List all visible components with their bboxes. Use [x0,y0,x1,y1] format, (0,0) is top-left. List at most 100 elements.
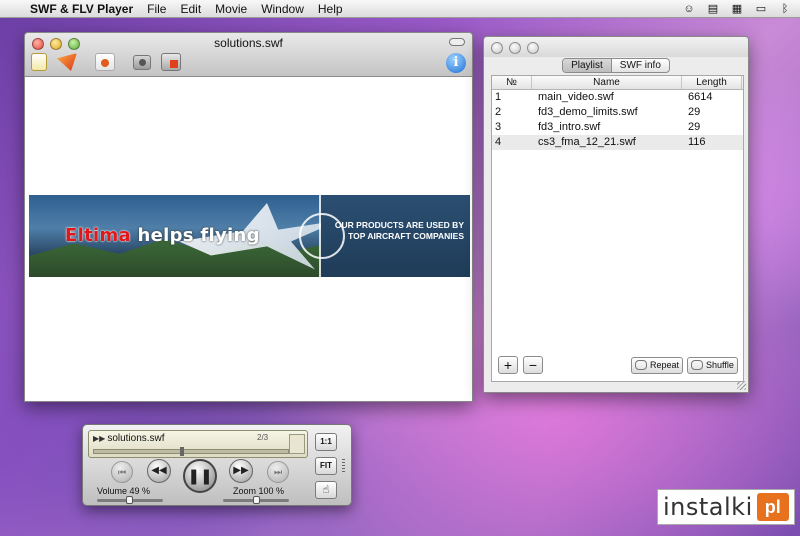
hand-icon: ☝ [322,484,330,496]
pen-tool-icon[interactable] [57,53,77,71]
rewind-button[interactable]: ◀◀ [147,459,171,483]
banner-divider [319,195,321,277]
repeat-button[interactable]: Repeat [631,357,684,374]
tab-playlist[interactable]: Playlist [563,59,612,72]
forward-icon: ▶▶ [233,465,249,476]
column-number[interactable]: № [492,76,532,89]
watermark-logo: pl [756,493,789,521]
toolbar-toggle-button[interactable] [449,38,465,46]
document-icon[interactable]: ▤ [706,3,720,15]
next-button[interactable]: ⏭ [267,461,289,483]
menu-bar: SWF & FLV Player File Edit Movie Window … [0,0,800,18]
table-row-selected[interactable]: 4 cs3_fma_12_21.swf 116 [492,135,743,150]
playlist-titlebar [484,37,748,57]
track-counter: 2/3 [257,433,269,442]
zoom-knob[interactable] [253,496,260,504]
row-length: 29 [688,106,701,118]
now-playing-name: solutions.swf [107,433,165,444]
now-playing: ▶▶ solutions.swf [93,433,165,444]
row-name: fd3_intro.swf [538,121,601,133]
table-header: № Name Length [492,76,743,90]
actual-size-button[interactable]: 1:1 [315,433,337,451]
app-menu[interactable]: SWF & FLV Player [30,2,133,16]
menu-help[interactable]: Help [318,2,343,16]
player-controller: ▶▶ solutions.swf 2/3 ⏮ ◀◀ ❚❚ ▶▶ ⏭ Volume … [82,424,352,506]
banner-tagline: OUR PRODUCTS ARE USED BY TOP AIRCRAFT CO… [334,220,464,241]
menu-edit[interactable]: Edit [180,2,201,16]
info-icon[interactable]: i [446,53,466,73]
spotlight-icon[interactable] [95,53,115,71]
column-name[interactable]: Name [532,76,682,89]
playlist-tabs: Playlist SWF info [484,58,748,73]
row-name: fd3_demo_limits.swf [538,106,638,118]
minimize-button[interactable] [509,42,521,54]
progress-thumb[interactable] [180,447,184,456]
zoom-button[interactable] [527,42,539,54]
hand-tool-button[interactable]: ☝ [315,481,337,499]
next-icon: ⏭ [273,468,283,478]
row-number: 1 [495,91,502,103]
row-number: 2 [495,106,502,118]
swf-banner[interactable]: Eltima helps flying OUR PRODUCTS ARE USE… [29,195,470,277]
banner-brand-red: Eltima [65,225,131,246]
volume-knob[interactable] [126,496,133,504]
menu-movie[interactable]: Movie [215,2,247,16]
table-row[interactable]: 1 main_video.swf 6614 [492,90,743,105]
shuffle-icon [691,360,703,370]
repeat-label: Repeat [650,360,680,370]
volume-label: Volume 49 % [97,486,151,496]
lcd-display: ▶▶ solutions.swf 2/3 [88,430,308,458]
display-icon[interactable]: ▭ [754,3,768,15]
tool-icons [31,53,181,71]
row-number: 3 [495,121,502,133]
rewind-icon: ◀◀ [151,465,167,476]
bluetooth-icon[interactable]: ᛒ [778,3,792,15]
status-area: ☺ ▤ ▦ ▭ ᛒ [682,3,800,15]
previous-button[interactable]: ⏮ [111,461,133,483]
grid-icon[interactable]: ▦ [730,3,744,15]
window-title: solutions.swf [214,36,283,50]
banner-brand-white: helps flying [137,225,260,246]
shuffle-button[interactable]: Shuffle [687,357,738,374]
shuffle-label: Shuffle [706,360,734,370]
add-button[interactable]: + [498,356,518,374]
previous-icon: ⏮ [117,468,127,478]
playlist-bottom-bar: + − Repeat Shuffle [491,356,744,378]
volume-slider[interactable] [97,496,163,504]
camera-icon[interactable] [133,55,151,70]
zoom-slider[interactable] [223,496,289,504]
row-length: 116 [688,136,706,148]
row-name: main_video.swf [538,91,614,103]
display-mode-icon[interactable] [289,434,305,454]
pause-button[interactable]: ❚❚ [183,459,217,493]
playlist-window-controls [491,42,539,54]
forward-button[interactable]: ▶▶ [229,459,253,483]
column-length[interactable]: Length [682,76,742,89]
table-row[interactable]: 2 fd3_demo_limits.swf 29 [492,105,743,120]
user-icon[interactable]: ☺ [682,3,696,15]
player-window: solutions.swf i Eltima helps flying OUR … [24,32,473,402]
menu-window[interactable]: Window [261,2,304,16]
repeat-icon [635,360,647,370]
row-length: 6614 [688,91,713,103]
watermark: instalki pl [657,489,795,525]
fit-button[interactable]: FIT [315,457,337,475]
player-toolbar: solutions.swf i [25,33,472,77]
resize-grip[interactable] [737,381,746,390]
new-document-icon[interactable] [31,53,47,71]
playlist-window: Playlist SWF info № Name Length 1 main_v… [483,36,749,393]
menu-file[interactable]: File [147,2,166,16]
tab-swf-info[interactable]: SWF info [612,59,669,72]
pause-icon: ❚❚ [187,467,213,485]
banner-brand: Eltima helps flying [65,225,260,246]
playing-arrows-icon: ▶▶ [93,434,106,443]
progress-track[interactable] [93,447,289,456]
table-row[interactable]: 3 fd3_intro.swf 29 [492,120,743,135]
watermark-text: instalki [663,493,753,521]
remove-button[interactable]: − [523,356,543,374]
controller-grip[interactable] [342,459,345,473]
zoom-label: Zoom 100 % [233,486,285,496]
record-icon[interactable] [161,53,181,71]
row-number: 4 [495,136,502,148]
close-button[interactable] [491,42,503,54]
